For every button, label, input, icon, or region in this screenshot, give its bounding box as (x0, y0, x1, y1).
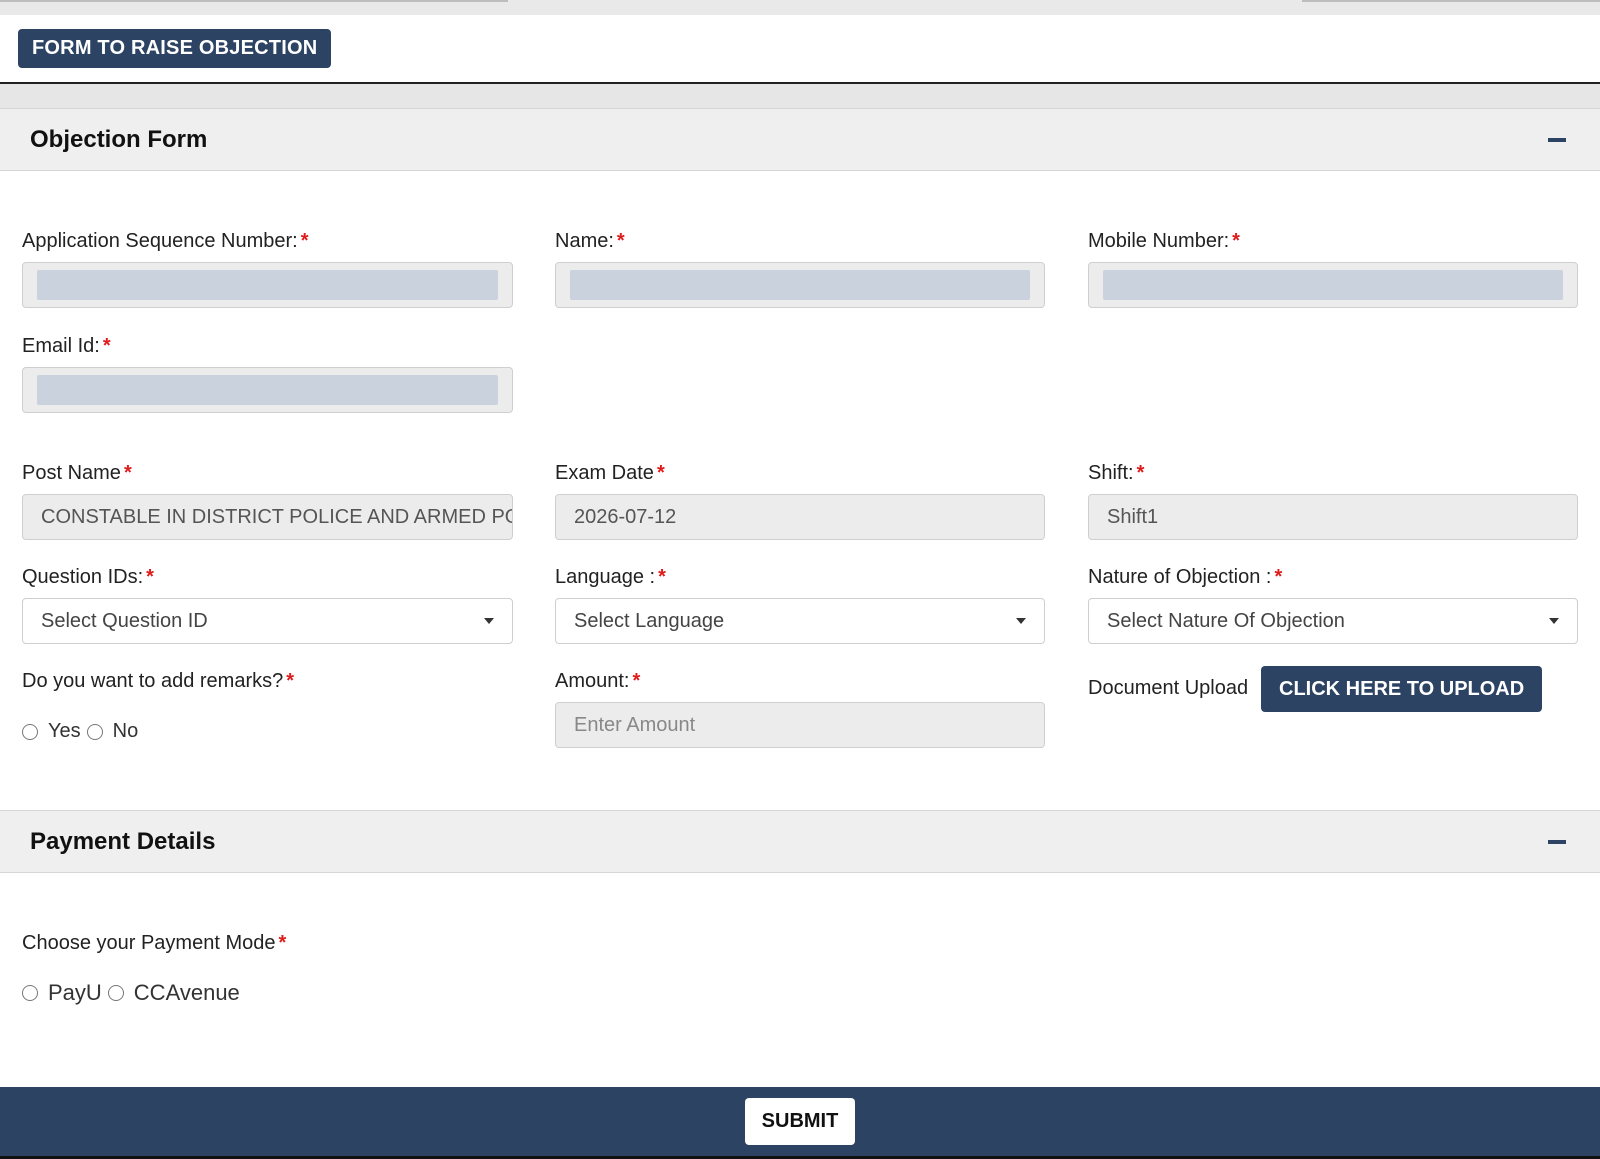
post-name-input[interactable]: CONSTABLE IN DISTRICT POLICE AND ARMED P… (22, 494, 513, 540)
payment-panel-title: Payment Details (30, 827, 216, 855)
question-id-selected: Select Question ID (41, 609, 208, 632)
submit-button[interactable]: SUBMIT (745, 1098, 855, 1145)
page: FORM TO RAISE OBJECTION Objection Form A… (0, 0, 1600, 1159)
language-label: Language : * (555, 566, 666, 588)
masked-value (1103, 270, 1563, 300)
mobile-number-input[interactable] (1088, 262, 1578, 308)
application-sequence-input[interactable] (22, 262, 513, 308)
ccavenue-label: CCAvenue (133, 980, 240, 1005)
payu-radio[interactable] (22, 985, 38, 1001)
question-ids-label: Question IDs: * (22, 566, 154, 588)
name-input[interactable] (555, 262, 1045, 308)
remarks-yes-radio[interactable] (22, 723, 38, 740)
masked-value (570, 270, 1030, 300)
nature-of-objection-label: Nature of Objection : * (1088, 566, 1283, 588)
remarks-no-label: No (112, 720, 139, 742)
email-id-input[interactable] (22, 367, 513, 413)
document-upload-label: Document Upload (1088, 677, 1249, 699)
question-id-select[interactable]: Select Question ID (22, 598, 513, 644)
payment-mode-label: Choose your Payment Mode * (22, 932, 287, 954)
payment-panel-header[interactable]: Payment Details (0, 810, 1600, 873)
payu-label: PayU (48, 980, 102, 1005)
caret-down-icon (1016, 618, 1026, 624)
caret-down-icon (484, 618, 494, 624)
caret-down-icon (1549, 618, 1559, 624)
footer-bar: SUBMIT (0, 1087, 1600, 1159)
shift-label: Shift: * (1088, 462, 1145, 484)
top-strip (0, 0, 1600, 15)
upload-button[interactable]: CLICK HERE TO UPLOAD (1261, 666, 1543, 712)
exam-date-input[interactable]: 2026-07-12 (555, 494, 1045, 540)
amount-label: Amount: * (555, 670, 641, 692)
remarks-radio-group: Yes No (22, 720, 144, 743)
post-name-label: Post Name * (22, 462, 132, 484)
payment-mode-radio-group: PayU CCAvenue (22, 980, 246, 1006)
shift-input[interactable]: Shift1 (1088, 494, 1578, 540)
nature-of-objection-select[interactable]: Select Nature Of Objection (1088, 598, 1578, 644)
amount-input[interactable]: Enter Amount (555, 702, 1045, 748)
remarks-yes-label: Yes (48, 720, 81, 742)
remarks-label: Do you want to add remarks? * (22, 670, 295, 692)
masked-value (37, 270, 498, 300)
ccavenue-radio[interactable] (107, 985, 124, 1001)
name-label: Name: * (555, 230, 625, 252)
section-gap (0, 84, 1600, 108)
exam-date-label: Exam Date * (555, 462, 665, 484)
language-selected: Select Language (574, 609, 725, 632)
objection-panel-header[interactable]: Objection Form (0, 108, 1600, 171)
email-id-label: Email Id: * (22, 335, 111, 357)
minus-icon[interactable] (1548, 839, 1566, 844)
objection-panel-title: Objection Form (30, 125, 208, 153)
header-bar: FORM TO RAISE OBJECTION (0, 15, 1600, 84)
application-sequence-label: Application Sequence Number: * (22, 230, 309, 252)
language-select[interactable]: Select Language (555, 598, 1045, 644)
nature-of-objection-selected: Select Nature Of Objection (1107, 609, 1345, 632)
form-title-button[interactable]: FORM TO RAISE OBJECTION (18, 29, 332, 68)
mobile-number-label: Mobile Number: * (1088, 230, 1240, 252)
remarks-no-radio[interactable] (86, 723, 103, 740)
minus-icon[interactable] (1548, 137, 1566, 142)
masked-value (37, 375, 498, 405)
